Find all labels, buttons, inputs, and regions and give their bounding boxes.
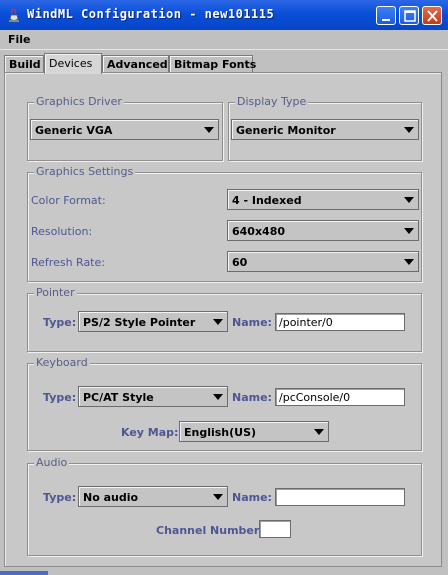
tab-build[interactable]: Build xyxy=(4,55,44,73)
maximize-button[interactable] xyxy=(399,6,419,25)
chevron-down-icon xyxy=(404,197,414,203)
chevron-down-icon xyxy=(213,494,223,500)
refresh-rate-select[interactable]: 60 xyxy=(227,251,419,272)
tab-bitmap-fonts[interactable]: Bitmap Fonts xyxy=(169,55,256,73)
devices-panel: Graphics Driver Generic VGA Display Type… xyxy=(4,72,442,567)
chevron-down-icon xyxy=(213,319,223,325)
maximize-icon xyxy=(404,10,416,22)
keymap-value: English(US) xyxy=(184,426,257,439)
resolution-label: Resolution: xyxy=(31,225,93,238)
tab-advanced[interactable]: Advanced xyxy=(102,55,169,73)
graphics-settings-group: Graphics Settings Color Format: 4 - Inde… xyxy=(27,165,422,282)
refresh-rate-label: Refresh Rate: xyxy=(31,256,105,269)
pointer-group: Pointer Type: PS/2 Style Pointer Name: /… xyxy=(27,286,422,352)
close-button[interactable] xyxy=(422,6,442,25)
channel-number-input[interactable] xyxy=(259,520,291,538)
color-format-value: 4 - Indexed xyxy=(232,194,302,207)
chevron-down-icon xyxy=(404,127,414,133)
menu-bar: File xyxy=(0,30,448,50)
minimize-button[interactable] xyxy=(376,6,396,25)
audio-legend: Audio xyxy=(34,456,70,469)
chevron-down-icon xyxy=(404,228,414,234)
keymap-select[interactable]: English(US) xyxy=(179,421,329,442)
minimize-icon xyxy=(382,19,390,21)
app-icon[interactable] xyxy=(6,7,22,23)
graphics-driver-group: Graphics Driver Generic VGA xyxy=(27,95,223,161)
audio-name-label: Name: xyxy=(232,491,272,504)
graphics-settings-legend: Graphics Settings xyxy=(34,165,136,178)
chevron-down-icon xyxy=(404,259,414,265)
audio-group: Audio Type: No audio Name: Channel Numbe… xyxy=(27,456,422,556)
refresh-rate-value: 60 xyxy=(232,256,248,269)
status-segment xyxy=(0,571,48,575)
pointer-type-value: PS/2 Style Pointer xyxy=(83,316,196,329)
audio-type-label: Type: xyxy=(43,491,77,504)
chevron-down-icon xyxy=(213,394,223,400)
graphics-driver-select[interactable]: Generic VGA xyxy=(30,119,219,140)
display-type-select[interactable]: Generic Monitor xyxy=(231,119,419,140)
audio-type-value: No audio xyxy=(83,491,139,504)
color-format-label: Color Format: xyxy=(31,194,106,207)
display-type-value: Generic Monitor xyxy=(236,124,336,137)
status-strip xyxy=(0,571,448,575)
resolution-select[interactable]: 640x480 xyxy=(227,220,419,241)
graphics-driver-value: Generic VGA xyxy=(35,124,113,137)
keyboard-type-label: Type: xyxy=(43,391,77,404)
color-format-select[interactable]: 4 - Indexed xyxy=(227,189,419,210)
keyboard-group: Keyboard Type: PC/AT Style Name: /pcCons… xyxy=(27,356,422,451)
pointer-name-input[interactable]: /pointer/0 xyxy=(275,313,405,331)
keyboard-name-input[interactable]: /pcConsole/0 xyxy=(275,388,405,406)
pointer-type-select[interactable]: PS/2 Style Pointer xyxy=(78,311,228,332)
title-bar[interactable]: WindML Configuration - new101115 xyxy=(0,0,448,30)
pointer-legend: Pointer xyxy=(34,286,77,299)
display-type-legend: Display Type xyxy=(235,95,309,108)
audio-type-select[interactable]: No audio xyxy=(78,486,228,507)
config-window: WindML Configuration - new101115 File Bu… xyxy=(0,0,448,575)
display-type-group: Display Type Generic Monitor xyxy=(228,95,422,161)
window-title: WindML Configuration - new101115 xyxy=(27,7,275,21)
resolution-value: 640x480 xyxy=(232,225,286,238)
menu-file[interactable]: File xyxy=(8,33,31,46)
keyboard-type-select[interactable]: PC/AT Style xyxy=(78,386,228,407)
chevron-down-icon xyxy=(314,429,324,435)
audio-name-input[interactable] xyxy=(275,488,405,506)
keymap-label: Key Map: xyxy=(121,426,179,439)
pointer-name-label: Name: xyxy=(232,316,272,329)
keyboard-name-label: Name: xyxy=(232,391,272,404)
graphics-driver-legend: Graphics Driver xyxy=(34,95,124,108)
keyboard-type-value: PC/AT Style xyxy=(83,391,154,404)
keyboard-legend: Keyboard xyxy=(34,356,90,369)
chevron-down-icon xyxy=(204,127,214,133)
close-icon xyxy=(427,10,438,22)
tab-devices[interactable]: Devices xyxy=(44,53,102,74)
channel-number-label: Channel Number: xyxy=(156,524,264,537)
pointer-type-label: Type: xyxy=(43,316,77,329)
